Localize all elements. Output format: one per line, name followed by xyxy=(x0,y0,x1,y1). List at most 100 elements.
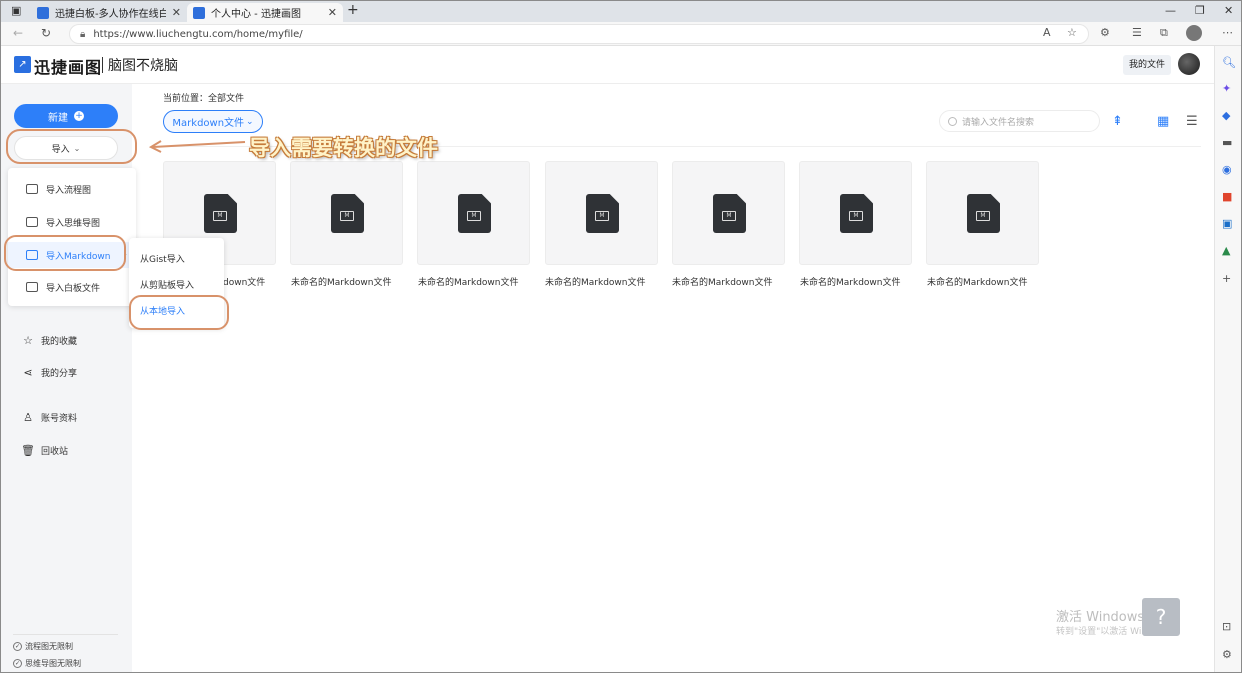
new-button[interactable]: 新建 + xyxy=(14,104,118,128)
file-type-filter[interactable]: Markdown文件 ⌄ xyxy=(163,110,263,133)
import-button[interactable]: 导入 ⌄ xyxy=(14,136,118,160)
maximize-icon[interactable]: ❐ xyxy=(1195,4,1205,17)
search-icon xyxy=(948,116,957,126)
lock-icon: 🔒︎ xyxy=(80,28,86,40)
browser-profile-avatar[interactable] xyxy=(1186,25,1202,41)
file-card[interactable]: M xyxy=(290,161,403,265)
search-input[interactable]: 请输入文件名搜索 xyxy=(939,110,1100,132)
new-button-label: 新建 xyxy=(48,112,68,124)
tab-actions-icon[interactable]: ▣ xyxy=(11,4,21,17)
tab-whiteboard[interactable]: 迅捷白板-多人协作在线白板工具 ✕ xyxy=(31,3,187,22)
divider xyxy=(13,634,118,635)
read-aloud-icon[interactable]: A xyxy=(1043,26,1051,39)
add-icon[interactable]: + xyxy=(1222,272,1231,285)
app-header: ↗ 迅捷画图 脑图不烧脑 我的文件 xyxy=(1,46,1214,84)
copilot-icon[interactable]: ✦ xyxy=(1222,82,1231,95)
url-field[interactable]: 🔒︎ https://www.liuchengtu.com/home/myfil… xyxy=(69,24,1089,44)
more-icon[interactable]: ⋯ xyxy=(1222,26,1233,39)
file-name[interactable]: 未命名的Markdown文件 xyxy=(545,275,645,288)
sidebar-toggle-icon[interactable]: ⊡ xyxy=(1222,620,1231,633)
file-name[interactable]: 未命名的Markdown文件 xyxy=(291,275,391,288)
refresh-icon[interactable]: ↻ xyxy=(41,26,51,40)
user-avatar[interactable] xyxy=(1178,53,1200,75)
check-icon: ✓ xyxy=(13,659,22,668)
breadcrumb: 当前位置：全部文件 xyxy=(163,94,245,104)
browser-sidebar: 🔍︎ ✦ ◆ ▬ ◉ ■ ▣ ▲ + ⊡ ⚙ xyxy=(1214,46,1241,672)
sidebar-item-favorites[interactable]: ☆ 我的收藏 xyxy=(21,334,77,347)
sidebar-item-label: 回收站 xyxy=(41,447,69,457)
submenu-item-local[interactable]: 从本地导入 xyxy=(140,304,185,317)
file-card[interactable]: M xyxy=(799,161,912,265)
file-name[interactable]: 未命名的Markdown文件 xyxy=(800,275,900,288)
whiteboard-icon xyxy=(26,282,38,292)
file-card[interactable]: M xyxy=(417,161,530,265)
file-card[interactable]: M xyxy=(672,161,785,265)
close-tab-icon[interactable]: ✕ xyxy=(172,6,181,19)
grid-view-icon[interactable]: ▦ xyxy=(1157,114,1169,129)
menu-item-label: 导入Markdown xyxy=(46,251,111,262)
office-icon[interactable]: ■ xyxy=(1222,190,1232,203)
file-name[interactable]: down文件 xyxy=(223,275,265,288)
markdown-file-icon: M xyxy=(458,194,491,233)
submenu-item-gist[interactable]: 从Gist导入 xyxy=(140,252,185,265)
help-icon[interactable]: ? xyxy=(1142,598,1180,636)
menu-item-import-flowchart[interactable]: 导入流程图 xyxy=(8,176,136,202)
plus-icon: + xyxy=(74,111,84,121)
games-icon[interactable]: ◉ xyxy=(1222,163,1232,176)
logo-divider xyxy=(102,57,103,73)
shopping-icon[interactable]: ◆ xyxy=(1222,109,1230,122)
left-sidebar: 新建 + 导入 ⌄ 导入流程图 导入思维导图 导入Markdown › 导入白板… xyxy=(1,84,137,672)
menu-item-import-whiteboard[interactable]: 导入白板文件 xyxy=(8,274,136,300)
sidebar-item-shares[interactable]: ⋖ 我的分享 xyxy=(21,366,77,379)
star-icon: ☆ xyxy=(23,334,33,347)
markdown-icon xyxy=(26,250,38,260)
markdown-submenu: 从Gist导入 从剪贴板导入 从本地导入 xyxy=(129,238,224,328)
favorites-list-icon[interactable]: ☰ xyxy=(1132,26,1142,39)
import-menu: 导入流程图 导入思维导图 导入Markdown › 导入白板文件 xyxy=(8,168,136,306)
quota-label: 流程图无限制 xyxy=(25,642,73,651)
markdown-file-icon: M xyxy=(586,194,619,233)
list-view-icon[interactable]: ☰ xyxy=(1186,114,1198,129)
collections-icon[interactable]: ⧉ xyxy=(1160,26,1168,40)
url-text: https://www.liuchengtu.com/home/myfile/ xyxy=(93,28,303,40)
sort-icon[interactable]: ⇞ xyxy=(1112,114,1123,129)
file-name[interactable]: 未命名的Markdown文件 xyxy=(672,275,772,288)
back-icon[interactable]: ← xyxy=(13,26,23,40)
menu-item-import-markdown[interactable]: 导入Markdown › xyxy=(8,242,136,268)
my-files-button[interactable]: 我的文件 xyxy=(1123,55,1171,75)
settings-icon[interactable]: ⚙ xyxy=(1222,648,1232,661)
menu-item-import-mindmap[interactable]: 导入思维导图 xyxy=(8,209,136,235)
outlook-icon[interactable]: ▣ xyxy=(1222,217,1232,230)
sidebar-item-account[interactable]: ♙ 账号资料 xyxy=(21,411,77,424)
share-icon: ⋖ xyxy=(23,366,33,379)
minimize-icon[interactable]: — xyxy=(1165,4,1176,17)
file-card[interactable]: M xyxy=(926,161,1039,265)
close-tab-icon[interactable]: ✕ xyxy=(328,6,337,19)
tab-title: 个人中心 - 迅捷画图 xyxy=(211,9,301,20)
address-bar: ← ↻ 🔒︎ https://www.liuchengtu.com/home/m… xyxy=(1,22,1241,46)
annotation-text: 导入需要转换的文件 xyxy=(249,135,438,160)
tree-icon[interactable]: ▲ xyxy=(1222,244,1230,257)
filter-label: Markdown文件 xyxy=(172,118,245,129)
tab-personal-center[interactable]: 个人中心 - 迅捷画图 ✕ xyxy=(187,3,343,22)
file-name[interactable]: 未命名的Markdown文件 xyxy=(418,275,518,288)
file-card[interactable]: M xyxy=(545,161,658,265)
quota-label: 思维导图无限制 xyxy=(25,659,81,668)
slogan: 脑图不烧脑 xyxy=(108,58,178,74)
sidebar-item-trash[interactable]: 🗑︎ 回收站 xyxy=(21,444,68,457)
search-placeholder: 请输入文件名搜索 xyxy=(962,117,1035,128)
new-tab-icon[interactable]: + xyxy=(347,2,359,18)
extensions-icon[interactable]: ⚙ xyxy=(1100,26,1110,39)
close-window-icon[interactable]: ✕ xyxy=(1224,4,1233,17)
file-name[interactable]: 未命名的Markdown文件 xyxy=(927,275,1027,288)
search-icon[interactable]: 🔍︎ xyxy=(1222,56,1236,69)
annotation-arrow xyxy=(148,140,246,153)
favorite-icon[interactable]: ☆ xyxy=(1067,26,1077,39)
submenu-item-clipboard[interactable]: 从剪贴板导入 xyxy=(140,278,194,291)
quota-mindmap: ✓ 思维导图无限制 xyxy=(13,658,81,669)
sidebar-item-label: 我的分享 xyxy=(41,369,78,379)
logo-text[interactable]: 迅捷画图 xyxy=(34,54,102,78)
quota-flowchart: ✓ 流程图无限制 xyxy=(13,641,73,652)
tools-icon[interactable]: ▬ xyxy=(1222,136,1232,149)
flowchart-icon xyxy=(26,184,38,194)
